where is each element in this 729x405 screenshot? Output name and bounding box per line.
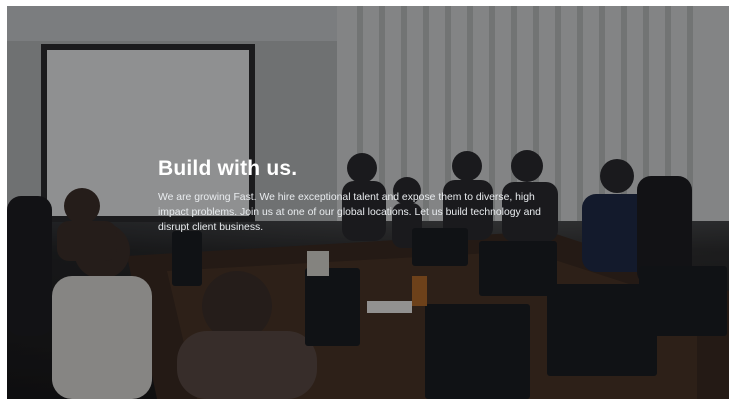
hero-content: Build with us. We are growing Fast. We h…	[158, 156, 558, 235]
hero-title: Build with us.	[158, 157, 298, 180]
hero-banner: Build with us. We are growing Fast. We h…	[7, 6, 729, 399]
page: Build with us. We are growing Fast. We h…	[0, 0, 729, 405]
hero-description: We are growing Fast. We hire exceptional…	[158, 192, 541, 233]
